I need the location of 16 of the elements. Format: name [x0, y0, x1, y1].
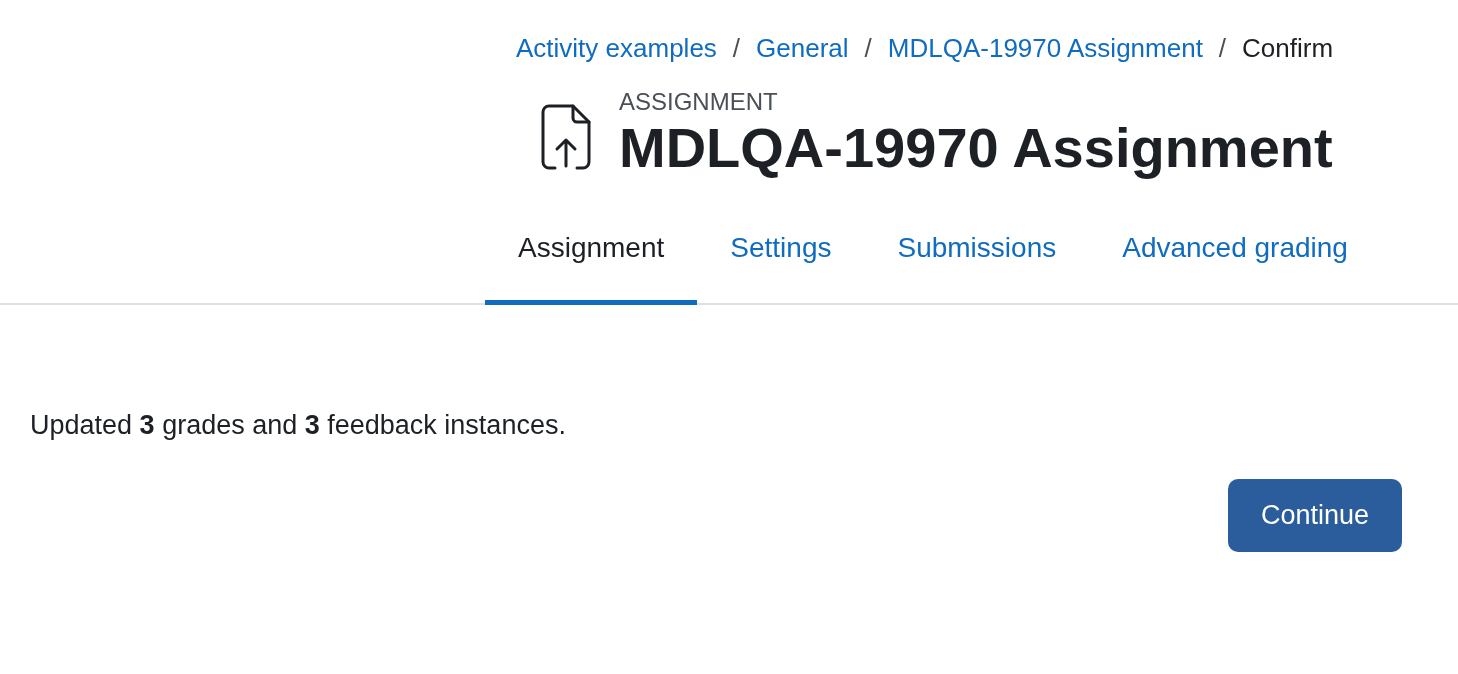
breadcrumb-separator: /	[864, 32, 872, 65]
nav-tab[interactable]: Settings	[697, 222, 865, 305]
breadcrumb-current: Confirm	[1242, 32, 1334, 65]
nav-tab[interactable]: Submissions	[864, 222, 1090, 305]
activity-type-label: ASSIGNMENT	[619, 88, 779, 116]
breadcrumb-link[interactable]: Activity examples	[516, 30, 717, 66]
nav-tab[interactable]: Assignment	[485, 222, 698, 305]
continue-button[interactable]: Continue	[1228, 479, 1402, 552]
breadcrumb-separator: /	[1218, 32, 1227, 65]
page-title: MDLQA-19970 Assignment	[619, 116, 1333, 180]
status-message: Updated 3 grades and 3 feedback instances.	[29, 409, 567, 442]
nav-tab[interactable]: Advanced grading	[1089, 222, 1381, 305]
breadcrumb-link[interactable]: MDLQA-19970 Assignment	[887, 30, 1203, 66]
breadcrumb-separator: /	[732, 32, 741, 65]
breadcrumb-link[interactable]: General	[756, 30, 849, 66]
file-upload-icon	[541, 104, 591, 170]
